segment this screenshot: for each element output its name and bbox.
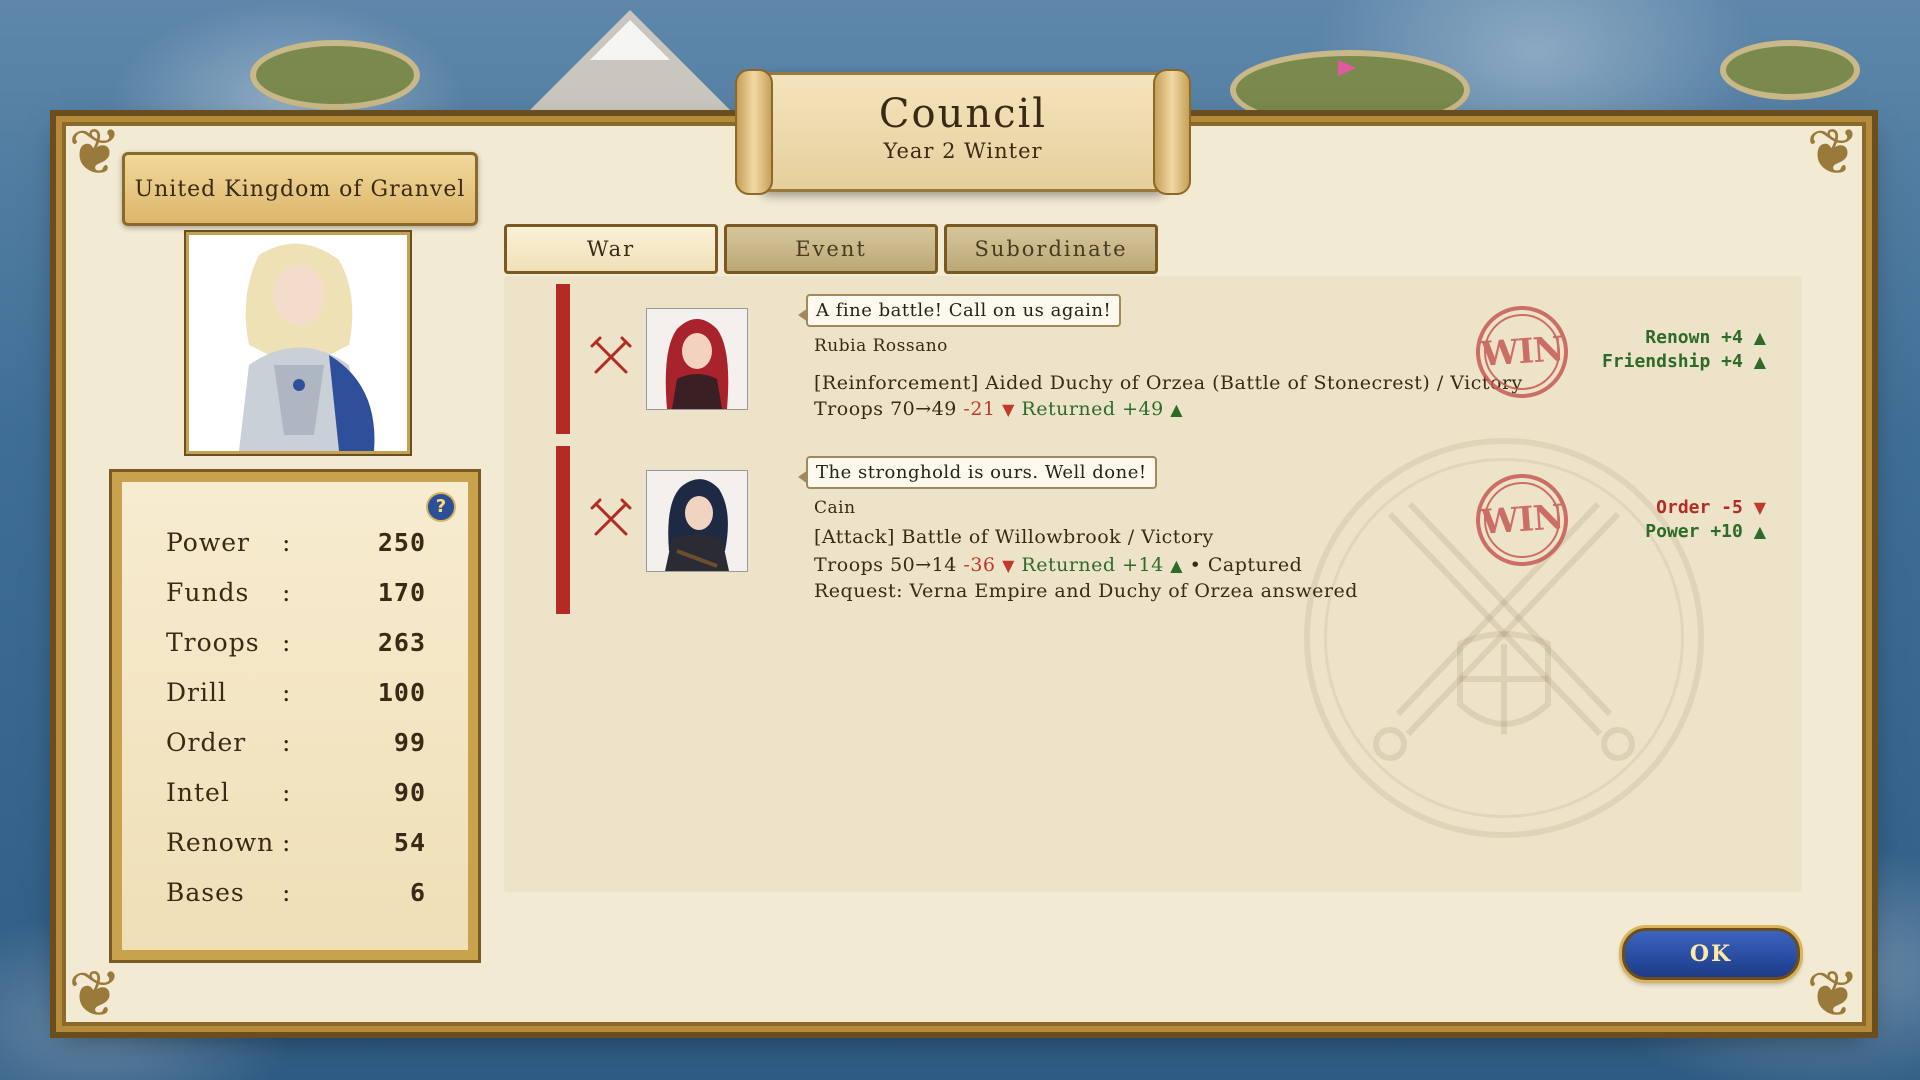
stat-separator: : [282, 878, 292, 907]
stat-label: Order [166, 728, 247, 757]
arrow-down-icon: ▼ [1002, 556, 1015, 575]
stat-troops: Troops : 263 [166, 628, 426, 668]
win-stamp-text: WIN [1479, 329, 1565, 375]
map-island [250, 40, 420, 110]
arrow-down-icon: ▼ [1753, 498, 1766, 517]
stat-separator: : [282, 578, 292, 607]
stat-intel: Intel : 90 [166, 778, 426, 818]
stat-label: Intel [166, 778, 230, 807]
stat-value: 100 [377, 678, 426, 707]
win-stamp: WIN [1472, 470, 1572, 570]
arrow-down-icon: ▼ [1002, 400, 1015, 419]
troops-change: Troops 70→49 [814, 398, 957, 420]
tab-war[interactable]: War [504, 224, 718, 274]
stat-bases: Bases : 6 [166, 878, 426, 918]
troops-returned: Returned +49 [1021, 398, 1164, 420]
corner-ornament-icon: ❦ [1806, 116, 1860, 190]
stat-label: Funds [166, 578, 250, 607]
corner-ornament-icon: ❦ [68, 958, 122, 1032]
commander-name: Cain [814, 498, 856, 518]
arrow-up-icon: ▲ [1753, 352, 1766, 371]
crossed-swords-icon [590, 336, 632, 374]
report-description: [Reinforcement] Aided Duchy of Orzea (Ba… [814, 372, 1523, 394]
arrow-up-icon: ▲ [1753, 328, 1766, 347]
captured-note: • Captured [1189, 554, 1303, 576]
effect-text: Power +10 [1645, 521, 1743, 542]
stat-separator: : [282, 628, 292, 657]
help-icon[interactable]: ? [426, 492, 456, 522]
map-flag-icon [1338, 60, 1356, 76]
win-stamp-text: WIN [1479, 497, 1565, 543]
stat-value: 6 [409, 878, 426, 907]
report-accent-bar [556, 284, 570, 434]
kingdom-stats-panel: ? Power : 250 Funds : 170 Troops : 263 D… [109, 469, 481, 963]
stat-value: 263 [377, 628, 426, 657]
report-accent-bar [556, 446, 570, 614]
map-mountain [520, 10, 740, 120]
stat-value: 54 [393, 828, 426, 857]
avatar [646, 470, 748, 572]
request-note: Request: Verna Empire and Duchy of Orzea… [814, 580, 1358, 602]
stat-label: Power [166, 528, 251, 557]
effect-item: Friendship +4 ▲ [1602, 350, 1766, 374]
page-title: Council [878, 91, 1048, 137]
corner-ornament-icon: ❦ [68, 116, 122, 190]
stat-separator: : [282, 528, 292, 557]
kingdom-name-plate: United Kingdom of Granvel [122, 152, 478, 226]
stat-funds: Funds : 170 [166, 578, 426, 618]
effect-text: Renown +4 [1645, 327, 1743, 348]
tab-subordinate[interactable]: Subordinate [944, 224, 1158, 274]
stat-value: 250 [377, 528, 426, 557]
stat-power: Power : 250 [166, 528, 426, 568]
arrow-up-icon: ▲ [1170, 556, 1184, 575]
troops-loss: -36 [963, 554, 996, 576]
title-banner: Council Year 2 Winter [735, 69, 1191, 195]
effect-text: Order -5 [1656, 497, 1743, 518]
effect-item: Order -5 ▼ [1645, 496, 1766, 520]
war-report-panel: A fine battle! Call on us again! Rubia R… [504, 276, 1802, 892]
stat-label: Bases [166, 878, 245, 907]
report-tabs: War Event Subordinate [504, 224, 1164, 274]
report-description: [Attack] Battle of Willowbrook / Victory [814, 526, 1214, 548]
page-subtitle: Year 2 Winter [883, 139, 1043, 163]
kingdom-name: United Kingdom of Granvel [134, 176, 466, 202]
tab-event[interactable]: Event [724, 224, 938, 274]
stat-renown: Renown : 54 [166, 828, 426, 868]
stat-label: Drill [166, 678, 227, 707]
stat-separator: : [282, 778, 292, 807]
stat-separator: : [282, 728, 292, 757]
stat-label: Troops [166, 628, 260, 657]
stat-drill: Drill : 100 [166, 678, 426, 718]
stat-order: Order : 99 [166, 728, 426, 768]
stat-label: Renown [166, 828, 275, 857]
stat-value: 90 [393, 778, 426, 807]
report-entry: The stronghold is ours. Well done! Cain … [556, 446, 1776, 616]
avatar [646, 308, 748, 410]
effects-list: Order -5 ▼ Power +10 ▲ [1645, 496, 1766, 544]
effects-list: Renown +4 ▲ Friendship +4 ▲ [1602, 326, 1766, 374]
troops-returned: Returned +14 [1021, 554, 1164, 576]
troops-loss: -21 [963, 398, 996, 420]
report-entry: A fine battle! Call on us again! Rubia R… [556, 284, 1776, 434]
stat-value: 170 [377, 578, 426, 607]
arrow-up-icon: ▲ [1753, 522, 1766, 541]
effect-item: Renown +4 ▲ [1602, 326, 1766, 350]
commander-name: Rubia Rossano [814, 336, 948, 356]
stat-separator: : [282, 678, 292, 707]
stat-separator: : [282, 828, 292, 857]
troops-line: Troops 50→14 -36 ▼ Returned +14 ▲ • Capt… [814, 554, 1302, 576]
troops-line: Troops 70→49 -21 ▼ Returned +49 ▲ [814, 398, 1183, 420]
corner-ornament-icon: ❦ [1806, 958, 1860, 1032]
crossed-swords-icon [590, 498, 632, 536]
ok-button[interactable]: OK [1622, 928, 1800, 980]
effect-text: Friendship +4 [1601, 351, 1743, 372]
ruler-portrait [186, 232, 410, 454]
map-island [1720, 40, 1860, 100]
arrow-up-icon: ▲ [1170, 400, 1184, 419]
stat-value: 99 [393, 728, 426, 757]
effect-item: Power +10 ▲ [1645, 520, 1766, 544]
speech-bubble: The stronghold is ours. Well done! [798, 456, 1157, 489]
troops-change: Troops 50→14 [814, 554, 957, 576]
speech-bubble: A fine battle! Call on us again! [797, 294, 1122, 327]
